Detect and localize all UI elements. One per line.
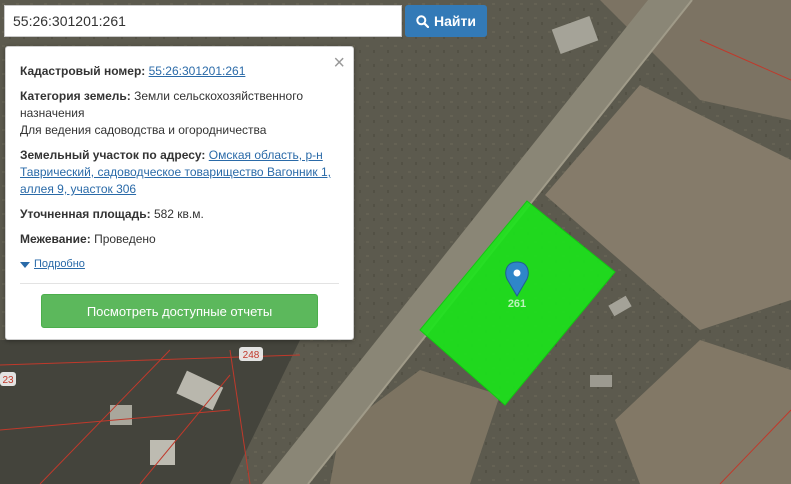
search-input[interactable] xyxy=(4,5,402,37)
selected-parcel-label: 261 xyxy=(508,298,526,310)
building xyxy=(590,375,612,387)
address-label: Земельный участок по адресу: xyxy=(20,148,206,162)
address-row: Земельный участок по адресу: Омская обла… xyxy=(20,147,339,198)
survey-label: Межевание: xyxy=(20,232,91,246)
land-category-row: Категория земель: Земли сельскохозяйстве… xyxy=(20,88,339,139)
parcel-label: 248 xyxy=(239,347,263,361)
more-details-link[interactable]: Подробно xyxy=(34,256,85,273)
more-details-toggle[interactable]: Подробно xyxy=(20,256,339,273)
parcel-info-popup: × Кадастровый номер: 55:26:301201:261 Ка… xyxy=(5,46,354,340)
survey-row: Межевание: Проведено xyxy=(20,231,339,248)
divider xyxy=(20,283,339,284)
area-row: Уточненная площадь: 582 кв.м. xyxy=(20,206,339,223)
survey-value: Проведено xyxy=(94,232,156,246)
search-icon xyxy=(416,14,430,28)
caret-down-icon xyxy=(20,261,30,268)
svg-text:248: 248 xyxy=(243,350,260,361)
search-button-label: Найти xyxy=(434,13,476,29)
svg-text:23: 23 xyxy=(2,375,14,386)
land-usage-value: Для ведения садоводства и огородничества xyxy=(20,123,267,137)
area-value: 582 кв.м. xyxy=(153,207,204,221)
cadastral-number-link[interactable]: 55:26:301201:261 xyxy=(149,64,246,78)
view-reports-button[interactable]: Посмотреть доступные отчеты xyxy=(41,294,318,328)
cadastral-number-label: Кадастровый номер: xyxy=(20,64,146,78)
close-icon[interactable]: × xyxy=(333,53,345,73)
building xyxy=(150,440,175,465)
cadastral-number-row: Кадастровый номер: 55:26:301201:261 xyxy=(20,63,339,80)
parcel-label: 23 xyxy=(0,372,16,386)
search-button[interactable]: Найти xyxy=(405,5,487,37)
area-label: Уточненная площадь: xyxy=(20,207,151,221)
land-category-label: Категория земель: xyxy=(20,89,131,103)
